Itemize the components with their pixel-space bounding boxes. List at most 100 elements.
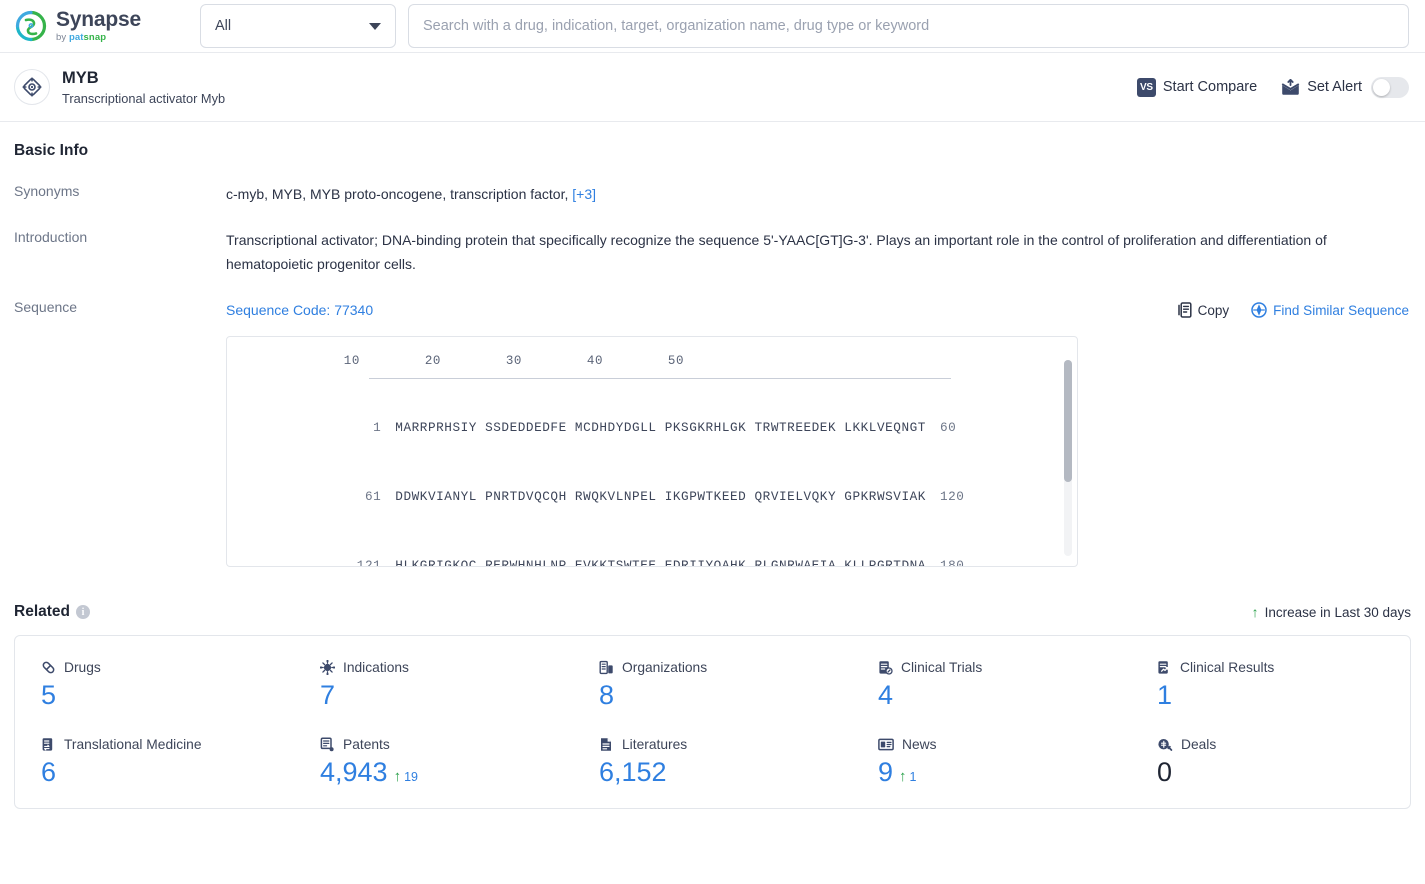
sequence-residues: MARRPRHSIY SSDEDDEDFE MCDHDYDGLL PKSGKRH… [395,419,926,435]
sequence-residues: HLKGRIGKQC RERWHNHLNP EVKKTSWTEE EDRIIYQ… [395,557,926,568]
sequence-end-index: 120 [939,488,965,504]
pill-icon [41,660,56,675]
synonym-item: c-myb, [226,186,268,202]
sequence-panel: Sequence Code: 77340 Copy Find Similar S… [226,298,1411,568]
entity-header: MYB Transcriptional activator Myb VS Sta… [0,53,1425,122]
patent-icon [320,737,335,752]
related-metric-indications[interactable]: Indications 7 [294,660,573,709]
metric-value: 5 [41,680,57,711]
synonyms-more-link[interactable]: [+3] [572,186,596,202]
metric-value: 6 [41,757,57,788]
sequence-start-index: 121 [356,557,382,568]
metric-delta: ↑ 1 [899,769,916,784]
chevron-down-icon [369,22,381,30]
synonym-item: MYB, [271,186,307,202]
search-input[interactable] [423,18,1394,34]
copy-label: Copy [1197,302,1230,318]
find-similar-label: Find Similar Sequence [1273,302,1409,318]
set-alert-label: Set Alert [1307,79,1362,95]
synonym-item: MYB proto-oncogene, transcription factor… [310,186,569,202]
mail-alert-icon [1281,78,1300,96]
related-metric-deals[interactable]: Deals 0 [1131,737,1410,786]
search-scope-value: All [215,18,232,34]
related-metrics-grid: Drugs 5 Indications 7 Organizations 8 Cl… [15,660,1410,786]
set-alert-toggle[interactable] [1371,76,1409,98]
trial-icon [878,660,893,675]
sequence-row: 121 HLKGRIGKQC RERWHNHLNP EVKKTSWTEE EDRI… [227,531,1077,568]
metric-value: 7 [320,680,336,711]
arrow-up-icon: ↑ [393,768,402,786]
sequence-ruler: 10 20 30 40 50 [279,354,685,369]
metric-value: 0 [1157,757,1173,788]
basic-info-heading: Basic Info [14,142,89,159]
find-similar-sequence-button[interactable]: Find Similar Sequence [1251,299,1409,322]
arrow-up-icon: ↑ [899,768,907,786]
metric-value: 9 [878,757,894,788]
metric-label: News [902,737,937,753]
vs-icon: VS [1136,77,1156,97]
metric-value: 4 [878,680,894,711]
sequence-label: Sequence [14,299,78,316]
metric-value: 4,943 [320,757,388,788]
sequence-start-index: 1 [373,419,382,435]
related-metric-patents[interactable]: Patents 4,943 ↑ 19 [294,737,573,786]
deals-icon [1157,737,1173,752]
sequence-row: 1 MARRPRHSIY SSDEDDEDFE MCDHDYDGLL PKSGKR… [227,393,1077,462]
metric-label: Organizations [622,660,708,676]
increase-legend-label: Increase in Last 30 days [1264,604,1411,620]
sequence-ruler-line [369,377,951,379]
synapse-logo[interactable]: Synapse by patsnap [14,9,184,43]
entity-actions: VS Start Compare Set Alert [1136,76,1409,98]
related-metric-news[interactable]: News 9 ↑ 1 [852,737,1131,786]
related-metric-clinical-results[interactable]: Clinical Results 1 [1131,660,1410,709]
results-icon [1157,660,1172,675]
news-icon [878,737,894,752]
related-metric-literatures[interactable]: Literatures 6,152 [573,737,852,786]
related-heading: Related [14,603,70,621]
copy-sequence-button[interactable]: Copy [1177,299,1230,322]
introduction-label: Introduction [14,229,88,246]
related-metrics-card: Drugs 5 Indications 7 Organizations 8 Cl… [14,635,1411,810]
sequence-end-index: 60 [939,419,957,435]
related-metric-clinical-trials[interactable]: Clinical Trials 4 [852,660,1131,709]
sequence-code-link[interactable]: Sequence Code: 77340 [226,298,373,322]
copy-icon [1177,302,1192,319]
info-icon[interactable]: i [76,605,90,620]
sequence-residues: DDWKVIANYL PNRTDVQCQH RWQKVLNPEL IKGPWTK… [395,488,926,504]
sequence-toolbar: Sequence Code: 77340 Copy Find Similar S… [226,298,1411,322]
related-metric-organizations[interactable]: Organizations 8 [573,660,852,709]
introduction-text: Transcriptional activator; DNA-binding p… [226,232,1327,273]
start-compare-button[interactable]: VS Start Compare [1136,77,1258,97]
related-metric-translational-medicine[interactable]: Translational Medicine 6 [15,737,294,786]
synonyms-row: Synonyms c-myb, MYB, MYB proto-oncogene,… [14,182,1411,206]
top-navigation-bar: Synapse by patsnap All [0,0,1425,53]
search-box[interactable] [408,4,1409,48]
sequence-row: Sequence Sequence Code: 77340 Copy Find … [14,298,1411,568]
sequence-row: 61 DDWKVIANYL PNRTDVQCQH RWQKVLNPEL IKGPW… [227,462,1077,531]
main-content: Basic Info Synonyms c-myb, MYB, MYB prot… [0,122,1425,810]
sequence-viewer[interactable]: 10 20 30 40 50 1 MARRPRHSIY SSDEDDEDFE MC… [226,336,1078,568]
metric-delta-value: 19 [404,770,418,785]
synonyms-value: c-myb, MYB, MYB proto-oncogene, transcri… [226,182,1411,206]
logo-by: by [56,32,67,44]
start-compare-label: Start Compare [1162,79,1258,95]
search-scope-select[interactable]: All [200,4,396,48]
metric-value: 8 [599,680,615,711]
metric-label: Clinical Results [1180,660,1275,676]
metric-label: Deals [1181,737,1217,753]
virus-icon [320,660,335,676]
sequence-end-index: 180 [939,557,965,568]
sequence-scrollbar-thumb[interactable] [1064,360,1072,483]
related-header: Related i ↑ Increase in Last 30 days [14,603,1411,621]
metric-label: Patents [343,737,390,753]
logo-pat: pat [68,32,84,44]
literature-icon [599,737,614,752]
logo-snap: snap [83,32,107,44]
set-alert-button[interactable]: Set Alert [1281,76,1409,98]
related-metric-drugs[interactable]: Drugs 5 [15,660,294,709]
metric-value: 6,152 [599,757,667,788]
target-icon [14,69,50,105]
transmed-icon [41,737,56,752]
building-icon [599,660,614,675]
synapse-logo-icon [14,9,48,43]
